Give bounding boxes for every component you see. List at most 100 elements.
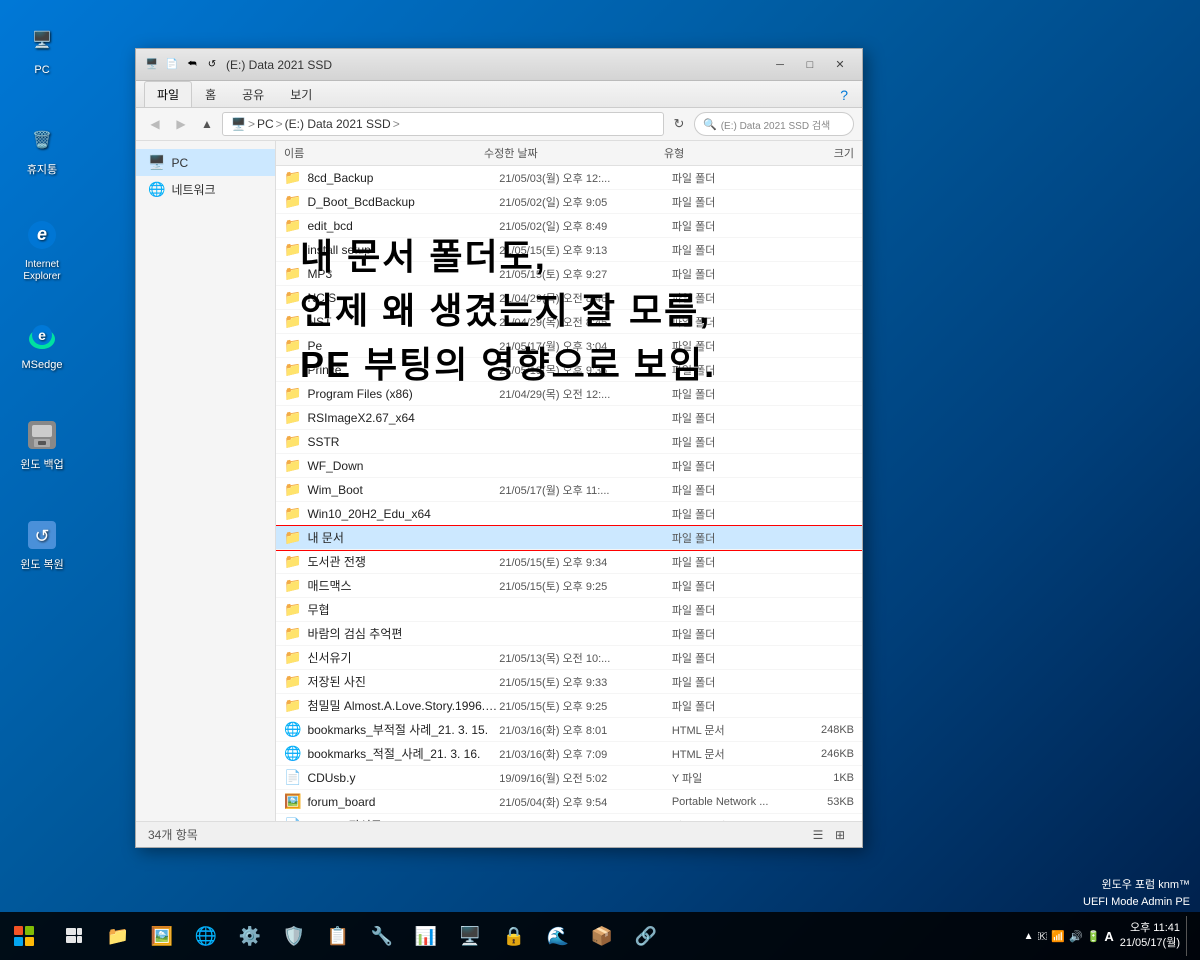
table-row[interactable]: 📁install setup21/05/15(토) 오후 9:13파일 폴더 <box>276 238 862 262</box>
file-type-icon: 📁 <box>284 265 301 282</box>
tray-arrow[interactable]: ▲ <box>1024 931 1034 942</box>
refresh-button[interactable]: ↻ <box>668 113 690 135</box>
desktop-icon-msedge[interactable]: e MSedge <box>12 315 72 372</box>
table-row[interactable]: 📁무협파일 폴더 <box>276 598 862 622</box>
back-button[interactable]: ◀ <box>144 113 166 135</box>
desktop-icon-pc[interactable]: 🖥️ PC <box>12 20 72 77</box>
desktop-icon-recycle[interactable]: 🗑️ 휴지통 <box>12 120 72 177</box>
up-button[interactable]: ▲ <box>196 113 218 135</box>
search-box[interactable]: 🔍 (E:) Data 2021 SSD 검색 <box>694 112 854 136</box>
col-header-type[interactable]: 유형 <box>664 145 784 161</box>
help-icon[interactable]: ? <box>834 83 854 107</box>
tab-view[interactable]: 보기 <box>277 81 325 107</box>
table-row[interactable]: 📁D_Boot_BcdBackup21/05/02(일) 오후 9:05파일 폴… <box>276 190 862 214</box>
file-type-icon: 📁 <box>284 601 301 618</box>
show-desktop-button[interactable] <box>1186 916 1192 956</box>
table-row[interactable]: 📁신서유기21/05/13(목) 오전 10:...파일 폴더 <box>276 646 862 670</box>
ie-icon: e <box>22 215 62 255</box>
table-row[interactable]: 📁NST21/04/29(목) 오전 8:45파일 폴더 <box>276 310 862 334</box>
taskbar-item11[interactable]: 📦 <box>582 916 622 956</box>
table-row[interactable]: 📁Prince21/05/13(목) 오후 9:36파일 폴더 <box>276 358 862 382</box>
table-row[interactable]: 📁SSTR파일 폴더 <box>276 430 862 454</box>
taskbar-item9[interactable]: 🔒 <box>494 916 534 956</box>
minimize-button[interactable]: ─ <box>766 54 794 76</box>
table-row[interactable]: 📁8cd_Backup21/05/03(월) 오후 12:...파일 폴더 <box>276 166 862 190</box>
start-button[interactable] <box>0 912 48 960</box>
taskbar-item4[interactable]: 🛡️ <box>274 916 314 956</box>
col-header-date[interactable]: 수정한 날짜 <box>484 145 664 161</box>
file-name: bookmarks_부적절 사례_21. 3. 15. <box>307 721 499 738</box>
file-type-icon: 📁 <box>284 361 301 378</box>
file-name: NST <box>307 315 499 329</box>
file-list-header: 이름 수정한 날짜 유형 크기 <box>276 141 862 166</box>
table-row[interactable]: 📁NCIS21/04/29(목) 오전 8:48파일 폴더 <box>276 286 862 310</box>
desktop-icon-winrestore[interactable]: ↺ 윈도 복원 <box>12 515 72 572</box>
taskbar-item2[interactable]: 🌐 <box>186 916 226 956</box>
table-row[interactable]: 🖼️forum_board21/05/04(화) 오후 9:54Portable… <box>276 790 862 814</box>
taskbar-item7[interactable]: 📊 <box>406 916 446 956</box>
taskbar-search[interactable] <box>54 916 94 956</box>
taskbar-item1[interactable]: 🖼️ <box>142 916 182 956</box>
tray-volume[interactable]: 🔊 <box>1069 930 1083 943</box>
taskbar-item3[interactable]: ⚙️ <box>230 916 270 956</box>
table-row[interactable]: 🌐bookmarks_적절_사례_21. 3. 16.21/03/16(화) 오… <box>276 742 862 766</box>
maximize-button[interactable]: □ <box>796 54 824 76</box>
table-row[interactable]: 📁매드맥스21/05/15(토) 오후 9:25파일 폴더 <box>276 574 862 598</box>
table-row[interactable]: 📁Program Files (x86)21/04/29(목) 오전 12:..… <box>276 382 862 406</box>
file-type: 파일 폴더 <box>672 626 787 642</box>
file-type: 파일 폴더 <box>672 554 787 570</box>
taskbar-item6[interactable]: 🔧 <box>362 916 402 956</box>
status-bar: 34개 항목 ☰ ⊞ <box>136 821 862 847</box>
table-row[interactable]: 📁내 문서파일 폴더 <box>276 526 862 550</box>
tab-share[interactable]: 공유 <box>229 81 277 107</box>
table-row[interactable]: 📁저장된 사진21/05/15(토) 오후 9:33파일 폴더 <box>276 670 862 694</box>
file-date: 21/05/15(토) 오후 9:34 <box>499 554 672 570</box>
tiles-view-button[interactable]: ⊞ <box>830 825 850 845</box>
taskbar-item8[interactable]: 🖥️ <box>450 916 490 956</box>
close-button[interactable]: ✕ <box>826 54 854 76</box>
tray-network[interactable]: 📶 <box>1051 930 1065 943</box>
table-row[interactable]: 🌐bookmarks_부적절 사례_21. 3. 15.21/03/16(화) … <box>276 718 862 742</box>
file-date: 21/05/17(월) 오후 3:04 <box>499 338 672 354</box>
table-row[interactable]: 📄CDUsb.y19/09/16(월) 오전 5:02Y 파일1KB <box>276 766 862 790</box>
file-type-icon: 📁 <box>284 241 301 258</box>
tab-home[interactable]: 홈 <box>192 81 229 107</box>
taskbar-item5[interactable]: 📋 <box>318 916 358 956</box>
table-row[interactable]: 📁MP321/05/15(토) 오후 9:27파일 폴더 <box>276 262 862 286</box>
sidebar-item-pc[interactable]: 🖥️ PC <box>136 149 275 176</box>
table-row[interactable]: 📁Wim_Boot21/05/17(월) 오후 11:...파일 폴더 <box>276 478 862 502</box>
forward-button[interactable]: ▶ <box>170 113 192 135</box>
address-path[interactable]: 🖥️ > PC > (E:) Data 2021 SSD > <box>222 112 664 136</box>
col-header-name[interactable]: 이름 <box>284 145 484 161</box>
tray-battery[interactable]: 🔋 <box>1087 930 1101 943</box>
table-row[interactable]: 📁edit_bcd21/05/02(일) 오후 8:49파일 폴더 <box>276 214 862 238</box>
table-row[interactable]: 📁Win10_20H2_Edu_x64파일 폴더 <box>276 502 862 526</box>
col-header-size[interactable]: 크기 <box>784 145 854 161</box>
file-date: 21/04/29(목) 오전 8:45 <box>499 314 672 330</box>
table-row[interactable]: 📁도서관 전쟁21/05/15(토) 오후 9:34파일 폴더 <box>276 550 862 574</box>
details-view-button[interactable]: ☰ <box>808 825 828 845</box>
desktop-icon-winbackup[interactable]: 윈도 백업 <box>12 415 72 472</box>
taskbar-item12[interactable]: 🔗 <box>626 916 666 956</box>
taskbar-icons: 📁 🖼️ 🌐 ⚙️ 🛡️ 📋 🔧 📊 🖥️ 🔒 🌊 📦 🔗 <box>48 916 1024 956</box>
tab-file[interactable]: 파일 <box>144 81 192 107</box>
recycle-icon-label: 휴지통 <box>27 164 57 177</box>
winrestore-icon: ↺ <box>22 515 62 555</box>
taskbar-explorer[interactable]: 📁 <box>98 916 138 956</box>
desktop-icon-ie[interactable]: e InternetExplorer <box>12 215 72 283</box>
table-row[interactable]: 📁첨밀밀 Almost.A.Love.Story.1996.XviD....21… <box>276 694 862 718</box>
taskbar-item10[interactable]: 🌊 <box>538 916 578 956</box>
sidebar-item-network[interactable]: 🌐 네트워크 <box>136 176 275 203</box>
table-row[interactable]: 📁Pe21/05/17(월) 오후 3:04파일 폴더 <box>276 334 862 358</box>
table-row[interactable]: 📁바람의 검심 추억편파일 폴더 <box>276 622 862 646</box>
table-row[interactable]: 📁RSImageX2.67_x64파일 폴더 <box>276 406 862 430</box>
clock[interactable]: 오후 11:41 21/05/17(월) <box>1120 921 1180 952</box>
msedge-icon-label: MSedge <box>22 359 63 372</box>
file-type: 파일 폴더 <box>672 458 787 474</box>
file-type: 파일 폴더 <box>672 242 787 258</box>
file-name: MP3 <box>307 267 499 281</box>
file-type-icon: 📁 <box>284 385 301 402</box>
table-row[interactable]: 📁WF_Down파일 폴더 <box>276 454 862 478</box>
table-row[interactable]: 📄Forum_작성글21/05/04(화) 오후 10:...텍스트 문서(.t… <box>276 814 862 821</box>
svg-text:↺: ↺ <box>34 526 49 546</box>
